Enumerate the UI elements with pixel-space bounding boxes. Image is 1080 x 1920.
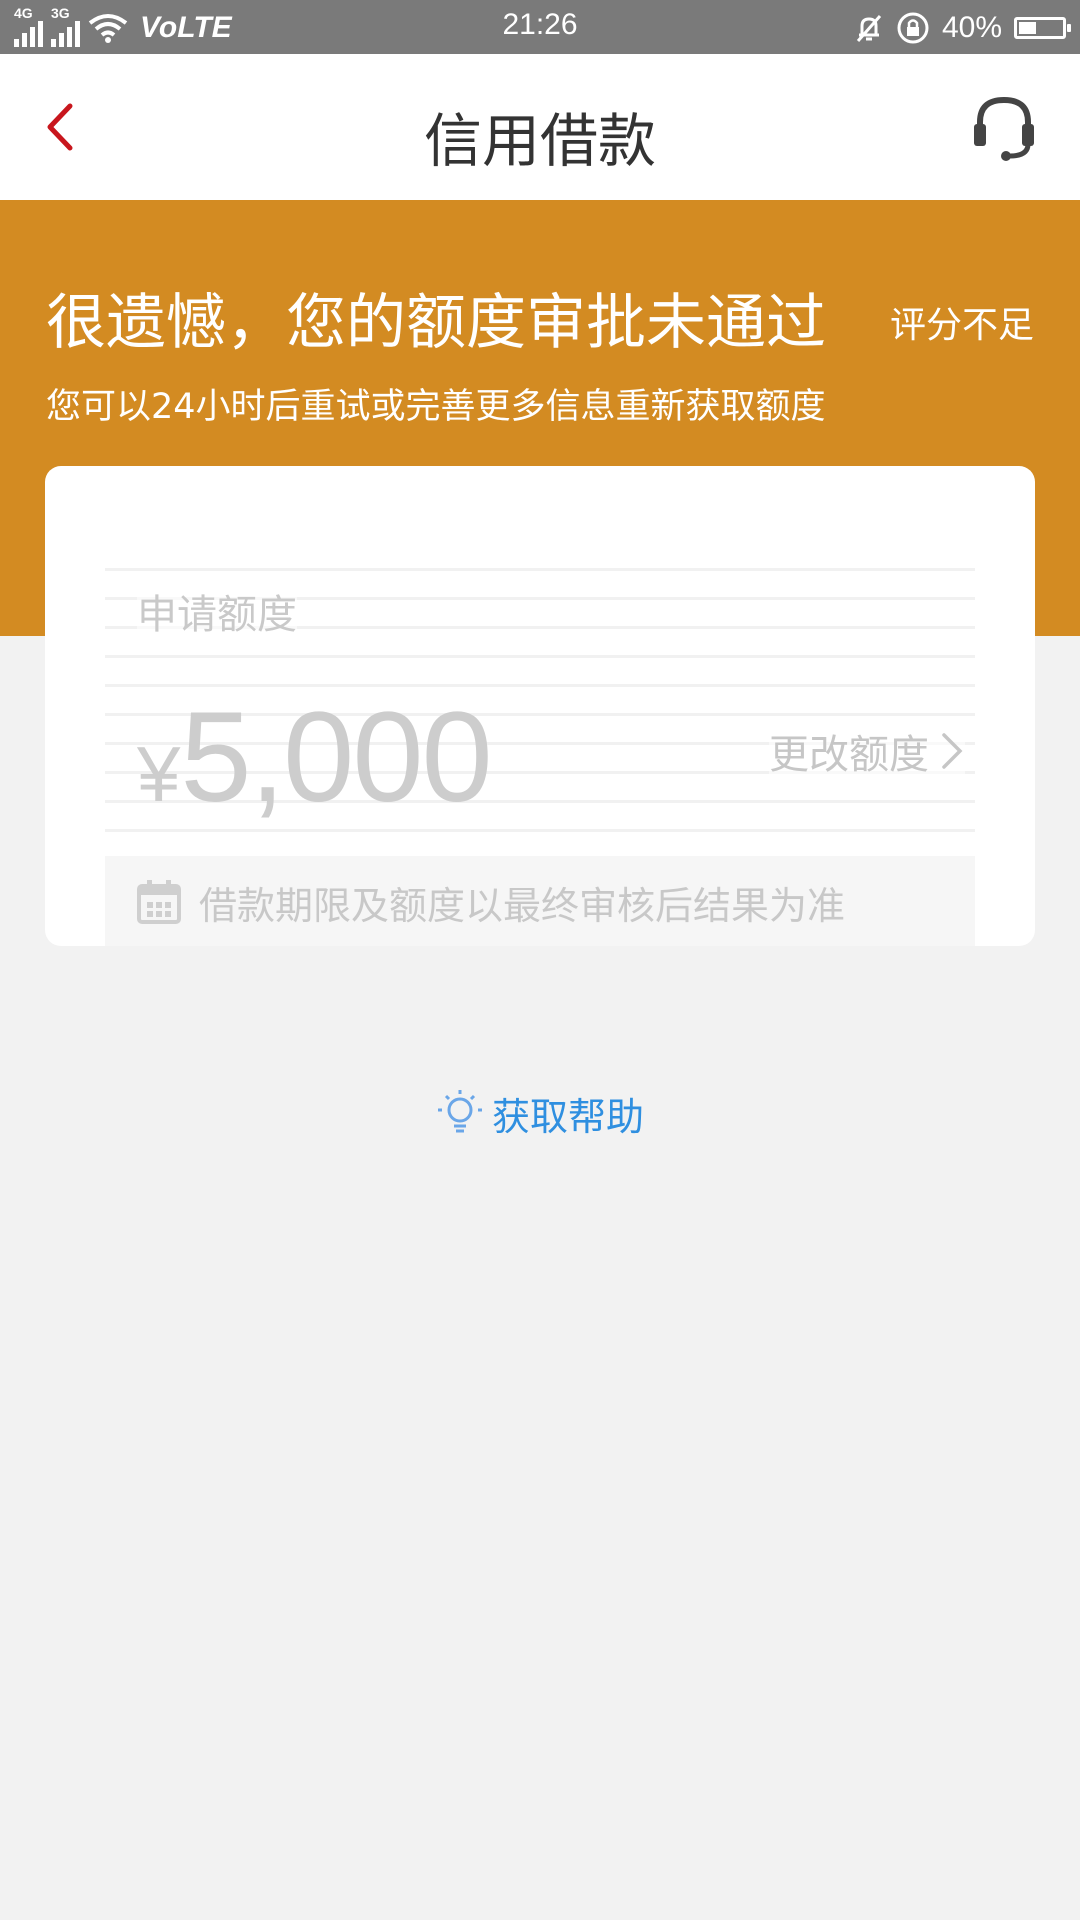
loan-term-note: 借款期限及额度以最终审核后结果为准 bbox=[105, 856, 975, 946]
calendar-icon bbox=[137, 880, 181, 924]
rejection-reason-tag: 评分不足 bbox=[889, 305, 1034, 346]
change-amount-label: 更改额度 bbox=[769, 732, 929, 778]
currency-symbol: ¥ bbox=[137, 730, 181, 818]
top-bar: 信用借款 bbox=[0, 54, 1080, 200]
status-bar: 4G 3G VoLTE 21:26 40% bbox=[0, 0, 1080, 54]
customer-service-button[interactable] bbox=[970, 92, 1040, 162]
lightbulb-icon bbox=[437, 1089, 482, 1132]
battery-level-fill bbox=[1019, 22, 1036, 34]
apply-amount-label: 申请额度 bbox=[137, 582, 297, 640]
chevron-right-icon bbox=[942, 733, 963, 769]
loan-term-note-text: 借款期限及额度以最终审核后结果为准 bbox=[199, 883, 846, 928]
rejection-headline: 很遗憾，您的额度审批未通过 bbox=[46, 288, 826, 358]
loan-card: 申请额度 ¥5,000 更改额度 借款期限及额度以最终审核后结果为准 bbox=[45, 466, 1035, 946]
battery-icon bbox=[1014, 17, 1071, 39]
change-amount-button[interactable]: 更改额度 bbox=[769, 722, 965, 780]
status-right: 40% bbox=[854, 8, 1071, 48]
rejection-subtitle: 您可以24小时后重试或完善更多信息重新获取额度 bbox=[46, 387, 826, 427]
mute-bell-icon bbox=[856, 15, 882, 42]
page-title: 信用借款 bbox=[423, 107, 656, 175]
get-help-label: 获取帮助 bbox=[491, 1095, 644, 1139]
headset-icon bbox=[974, 96, 1034, 161]
battery-percent: 40% bbox=[941, 11, 1002, 44]
amount-value: 5,000 bbox=[180, 686, 492, 829]
loan-amount: ¥5,000 bbox=[137, 684, 493, 831]
get-help-link[interactable]: 获取帮助 bbox=[0, 1086, 1080, 1141]
rotation-lock-icon bbox=[897, 12, 929, 44]
